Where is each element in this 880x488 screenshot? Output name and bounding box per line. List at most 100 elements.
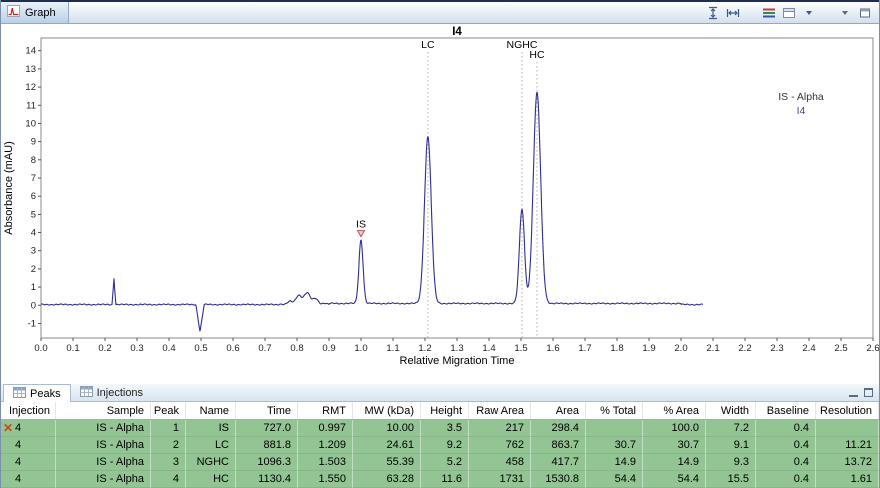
results-tabbar: Peaks Injections — [1, 384, 879, 402]
y-tick-label: -1 — [28, 319, 36, 330]
table-cell[interactable]: 2 — [151, 437, 186, 454]
graph-options-dropdown-icon[interactable] — [801, 5, 817, 21]
table-cell[interactable]: IS — [186, 420, 236, 437]
column-header-14[interactable]: Resolution — [816, 402, 879, 419]
table-cell[interactable] — [816, 420, 879, 437]
table-cell[interactable]: 1 — [151, 420, 186, 437]
table-cell[interactable]: 1530.8 — [531, 471, 586, 488]
y-tick-label: 13 — [25, 64, 36, 75]
maximize-view-icon[interactable] — [857, 5, 873, 21]
column-header-3[interactable]: Name — [186, 402, 236, 419]
table-cell[interactable]: 13.72 — [816, 454, 879, 471]
table-cell[interactable]: 63.28 — [353, 471, 421, 488]
table-cell[interactable]: 881.8 — [236, 437, 298, 454]
column-header-5[interactable]: RMT — [298, 402, 353, 419]
column-header-9[interactable]: Area — [531, 402, 586, 419]
column-header-0[interactable]: Injection — [1, 402, 56, 419]
x-tick-label: 1.0 — [354, 343, 367, 354]
table-cell[interactable]: 4 — [1, 471, 56, 488]
fit-height-icon[interactable] — [705, 5, 721, 21]
table-cell[interactable]: 15.5 — [706, 471, 756, 488]
column-header-13[interactable]: Baseline — [756, 402, 816, 419]
table-cell[interactable]: 1096.3 — [236, 454, 298, 471]
table-cell[interactable]: 0.4 — [756, 471, 816, 488]
tab-peaks[interactable]: Peaks — [3, 384, 71, 402]
table-cell[interactable]: IS - Alpha — [56, 471, 151, 488]
table-cell[interactable]: 0.4 — [756, 420, 816, 437]
table-cell[interactable]: 417.7 — [531, 454, 586, 471]
table-cell[interactable]: 11.6 — [421, 471, 469, 488]
table-cell[interactable]: ✕ 4 — [1, 420, 56, 437]
table-cell[interactable]: 24.61 — [353, 437, 421, 454]
table-row[interactable]: 4 IS - Alpha 3 NGHC 1096.3 1.503 55.39 5.2 458 41… — [1, 454, 879, 471]
table-cell[interactable]: 298.4 — [531, 420, 586, 437]
column-header-2[interactable]: Peak — [151, 402, 186, 419]
table-cell[interactable]: 0.4 — [756, 454, 816, 471]
table-cell[interactable]: 5.2 — [421, 454, 469, 471]
x-tick-label: 2.4 — [802, 343, 815, 354]
table-cell[interactable]: 11.21 — [816, 437, 879, 454]
table-cell[interactable]: 1.503 — [298, 454, 353, 471]
table-cell[interactable]: 9.3 — [706, 454, 756, 471]
table-cell[interactable]: 7.2 — [706, 420, 756, 437]
table-cell[interactable]: NGHC — [186, 454, 236, 471]
table-row[interactable]: ✕ 4 IS - Alpha 1 IS 727.0 0.997 10.00 3.5 217 298.… — [1, 420, 879, 437]
table-cell[interactable]: 458 — [469, 454, 531, 471]
column-header-8[interactable]: Raw Area — [469, 402, 531, 419]
table-cell[interactable]: 762 — [469, 437, 531, 454]
table-cell[interactable]: 1130.4 — [236, 471, 298, 488]
table-cell[interactable]: 9.2 — [421, 437, 469, 454]
table-cell[interactable]: 9.1 — [706, 437, 756, 454]
table-cell[interactable]: 30.7 — [643, 437, 706, 454]
x-tick-label: 1.3 — [450, 343, 463, 354]
table-cell[interactable]: 4 — [151, 471, 186, 488]
table-cell[interactable]: 0.4 — [756, 437, 816, 454]
table-cell[interactable]: IS - Alpha — [56, 437, 151, 454]
table-cell[interactable]: 54.4 — [643, 471, 706, 488]
table-cell[interactable]: 0.997 — [298, 420, 353, 437]
table-cell[interactable]: 100.0 — [643, 420, 706, 437]
tab-graph[interactable]: Graph — [1, 2, 69, 23]
table-cell[interactable]: 3 — [151, 454, 186, 471]
table-cell[interactable]: 14.9 — [586, 454, 643, 471]
table-cell[interactable]: 1.209 — [298, 437, 353, 454]
tab-injections[interactable]: Injections — [71, 384, 152, 401]
column-header-6[interactable]: MW (kDa) — [353, 402, 421, 419]
x-tick-label: 0.6 — [226, 343, 239, 354]
table-cell[interactable]: 4 — [1, 437, 56, 454]
table-row[interactable]: 4 IS - Alpha 2 LC 881.8 1.209 24.61 9.2 762 863.7… — [1, 437, 879, 454]
table-cell[interactable]: 1731 — [469, 471, 531, 488]
graph-view: Graph 0.0 0.1 0.2 0.3 0.4 0.5 0.6 0.7 0.… — [1, 0, 879, 384]
column-header-10[interactable]: % Total — [586, 402, 643, 419]
table-cell[interactable]: 217 — [469, 420, 531, 437]
table-cell[interactable]: IS - Alpha — [56, 454, 151, 471]
table-cell[interactable]: 1.550 — [298, 471, 353, 488]
table-cell[interactable]: LC — [186, 437, 236, 454]
column-header-1[interactable]: Sample — [56, 402, 151, 419]
table-cell[interactable]: 14.9 — [643, 454, 706, 471]
table-cell[interactable]: 1.61 — [816, 471, 879, 488]
table-cell[interactable]: 10.00 — [353, 420, 421, 437]
trace-colors-icon[interactable] — [761, 5, 777, 21]
electropherogram-chart[interactable]: 0.0 0.1 0.2 0.3 0.4 0.5 0.6 0.7 0.8 0.9 1.0 1.1 1.2 1… — [1, 24, 879, 384]
maximize-panel-icon[interactable] — [864, 388, 873, 397]
column-header-11[interactable]: % Area — [643, 402, 706, 419]
table-cell[interactable]: 55.39 — [353, 454, 421, 471]
table-cell[interactable]: 30.7 — [586, 437, 643, 454]
minimize-panel-icon[interactable] — [849, 388, 858, 397]
view-menu-icon[interactable] — [837, 5, 853, 21]
table-cell[interactable]: 863.7 — [531, 437, 586, 454]
column-header-4[interactable]: Time — [236, 402, 298, 419]
table-cell[interactable]: 727.0 — [236, 420, 298, 437]
table-cell[interactable] — [586, 420, 643, 437]
table-cell[interactable]: IS - Alpha — [56, 420, 151, 437]
fit-width-icon[interactable] — [725, 5, 741, 21]
column-header-7[interactable]: Height — [421, 402, 469, 419]
column-header-12[interactable]: Width — [706, 402, 756, 419]
table-cell[interactable]: 4 — [1, 454, 56, 471]
table-cell[interactable]: HC — [186, 471, 236, 488]
table-row[interactable]: 4 IS - Alpha 4 HC 1130.4 1.550 63.28 11.6 1731 15… — [1, 471, 879, 488]
table-cell[interactable]: 54.4 — [586, 471, 643, 488]
table-cell[interactable]: 3.5 — [421, 420, 469, 437]
legend-panel-icon[interactable] — [781, 5, 797, 21]
